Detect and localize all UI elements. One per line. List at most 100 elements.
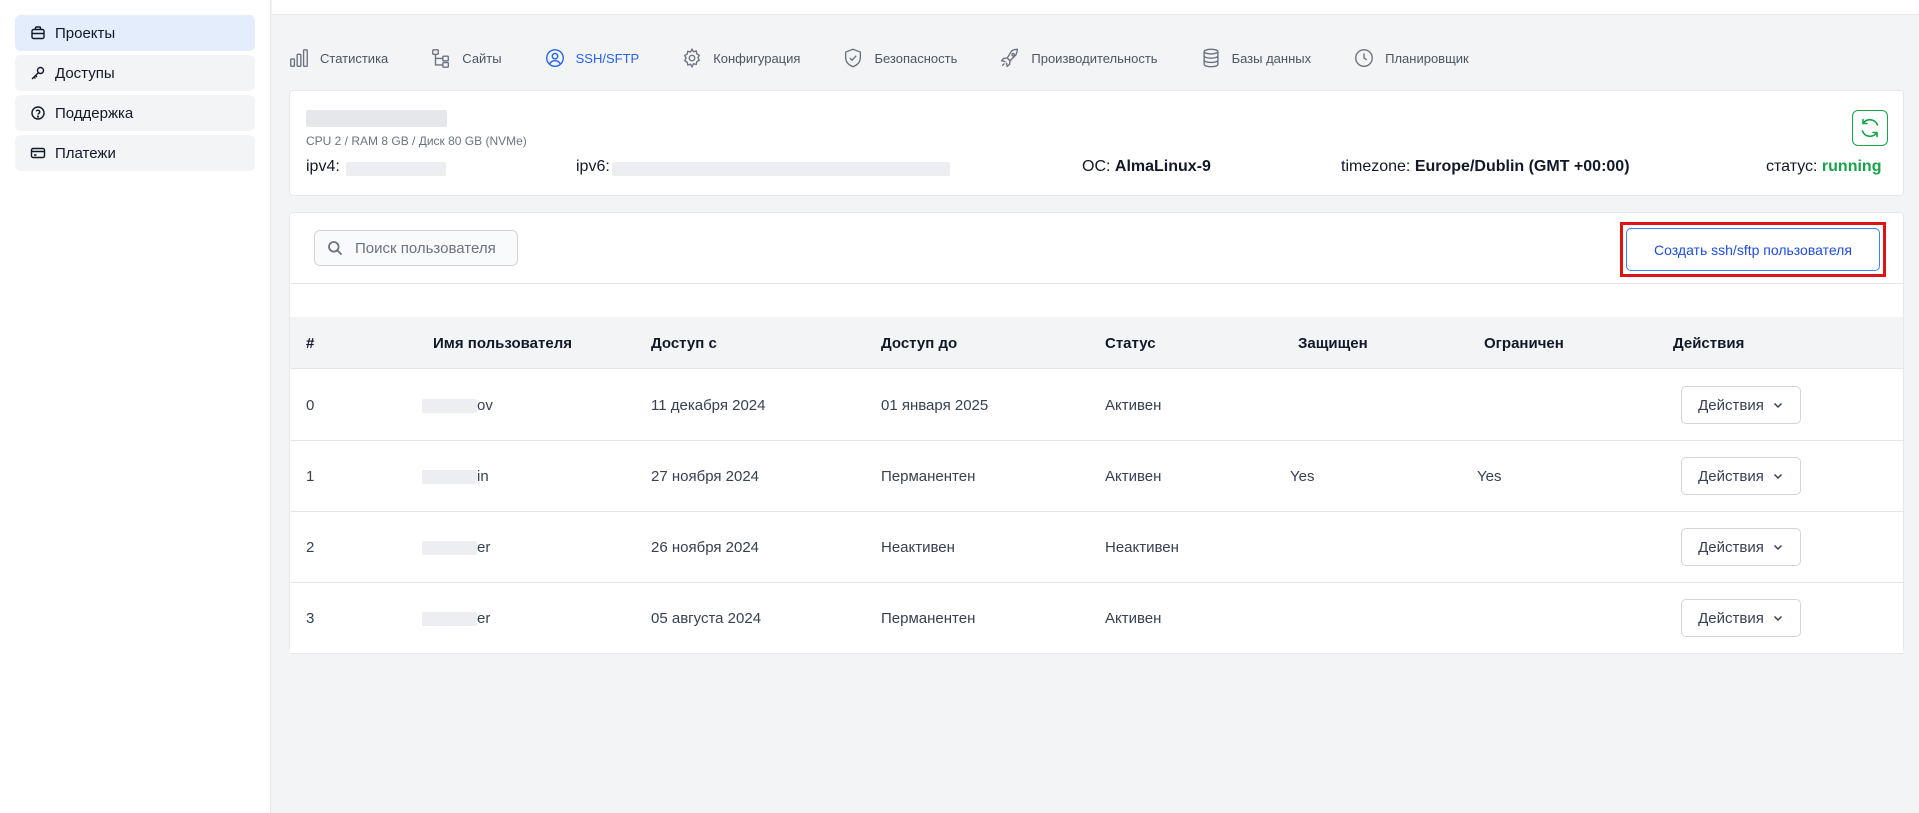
status-info: статус: running [1766,158,1881,176]
gear-icon [684,47,701,69]
database-icon [1203,48,1219,68]
os-label: ОС: [1082,158,1111,175]
search-input[interactable] [355,239,505,257]
row-actions-dropdown[interactable]: Действия [1681,386,1801,424]
refresh-button[interactable] [1852,110,1888,146]
sidebar-item-projects[interactable]: Проекты [15,15,255,51]
row-actions-dropdown[interactable]: Действия [1681,599,1801,637]
server-info-card: CPU 2 / RAM 8 GB / Диск 80 GB (NVMe) ipv… [289,90,1904,196]
row-protected: Yes [1290,468,1315,485]
tab-performance[interactable]: Производительность [999,47,1158,69]
timezone-label: timezone: [1341,158,1411,175]
sidebar-item-label: Проекты [55,24,116,42]
chevron-down-icon [1773,544,1782,551]
column-header-protected: Защищен [1298,335,1368,352]
username-suffix: ov [477,397,493,414]
row-access-from: 05 августа 2024 [651,610,762,627]
row-status: Неактивен [1105,539,1179,556]
tab-databases[interactable]: Базы данных [1200,47,1312,69]
row-username: er [422,539,490,556]
os-info: ОС: AlmaLinux-9 [1082,158,1211,176]
search-box[interactable] [314,230,518,266]
username-redacted [422,399,477,414]
row-status: Активен [1105,468,1162,485]
actions-label: Действия [1698,609,1764,627]
search-icon [328,241,343,256]
tab-label: Безопасность [874,50,958,66]
row-number: 3 [306,610,315,627]
create-ssh-user-button[interactable]: Создать ssh/sftp пользователя [1626,228,1880,271]
column-header-status: Статус [1105,335,1156,352]
row-access-from: 27 ноября 2024 [651,468,760,485]
row-actions-dropdown[interactable]: Действия [1681,528,1801,566]
sitemap-icon [432,49,450,68]
tab-label: SSH/SFTP [575,50,640,66]
tab-label: Базы данных [1231,50,1312,66]
key-icon [30,65,46,81]
actions-label: Действия [1698,467,1764,485]
os-value: AlmaLinux-9 [1114,158,1211,175]
top-bar [272,0,1919,15]
column-header-access-from: Доступ с [651,335,717,352]
tab-label: Сайты [462,50,502,66]
row-username: ov [422,397,493,414]
username-redacted [422,541,477,556]
table-row: 2 er 26 ноября 2024 Неактивен Неактивен … [290,512,1903,583]
username-redacted [422,470,477,485]
table-row: 0 ov 11 декабря 2024 01 января 2025 Акти… [290,370,1903,441]
row-actions-dropdown[interactable]: Действия [1681,457,1801,495]
tab-label: Конфигурация [713,50,801,66]
sidebar-item-label: Поддержка [55,104,134,122]
username-redacted [422,612,477,627]
briefcase-icon [30,25,46,41]
row-access-to: Перманентен [881,468,976,485]
row-access-to: Неактивен [881,539,955,556]
refresh-icon [1861,118,1879,138]
divider [290,283,1903,284]
tab-label: Производительность [1031,50,1158,66]
tab-label: Статистика [320,50,389,66]
ipv6-info: ipv6: [576,158,610,176]
column-header-number: # [306,335,315,352]
rocket-icon [1000,48,1019,68]
chevron-down-icon [1773,402,1782,409]
ssh-users-card: Создать ssh/sftp пользователя # Имя поль… [289,212,1904,654]
column-header-access-to: Доступ до [881,335,958,352]
sidebar-item-access[interactable]: Доступы [15,55,255,91]
tab-statistics[interactable]: Статистика [288,47,388,69]
row-status: Активен [1105,610,1162,627]
row-limited: Yes [1477,468,1502,485]
sidebar-item-label: Платежи [55,144,116,162]
tab-label: Планировщик [1385,50,1469,66]
row-username: in [422,468,489,485]
sidebar-item-payments[interactable]: Платежи [15,135,255,171]
server-spec: CPU 2 / RAM 8 GB / Диск 80 GB (NVMe) [306,134,527,148]
ipv4-info: ipv4: [306,158,340,176]
row-access-from: 26 ноября 2024 [651,539,760,556]
tab-security[interactable]: Безопасность [842,47,957,69]
tab-sites[interactable]: Сайты [430,47,502,69]
ipv4-label: ipv4: [306,158,340,175]
tab-configuration[interactable]: Конфигурация [681,47,800,69]
chevron-down-icon [1773,615,1782,622]
column-header-username: Имя пользователя [433,335,572,352]
timezone-value: Europe/Dublin (GMT +00:00) [1414,158,1630,175]
sidebar-item-support[interactable]: Поддержка [15,95,255,131]
row-number: 1 [306,468,315,485]
chevron-down-icon [1773,473,1782,480]
username-suffix: er [477,539,491,556]
column-header-limited: Ограничен [1484,335,1564,352]
ipv6-label: ipv6: [576,158,610,175]
user-circle-icon [545,49,564,67]
username-suffix: er [477,610,491,627]
sidebar-item-label: Доступы [55,64,115,82]
tab-scheduler[interactable]: Планировщик [1353,47,1469,69]
row-access-to: Перманентен [881,610,976,627]
clock-icon [1355,49,1374,67]
row-number: 2 [306,539,315,556]
table-row: 3 er 05 августа 2024 Перманентен Активен… [290,583,1903,654]
tab-ssh-sftp[interactable]: SSH/SFTP [544,47,640,69]
row-status: Активен [1105,397,1162,414]
status-label: статус: [1766,158,1818,175]
shield-check-icon [845,48,862,68]
